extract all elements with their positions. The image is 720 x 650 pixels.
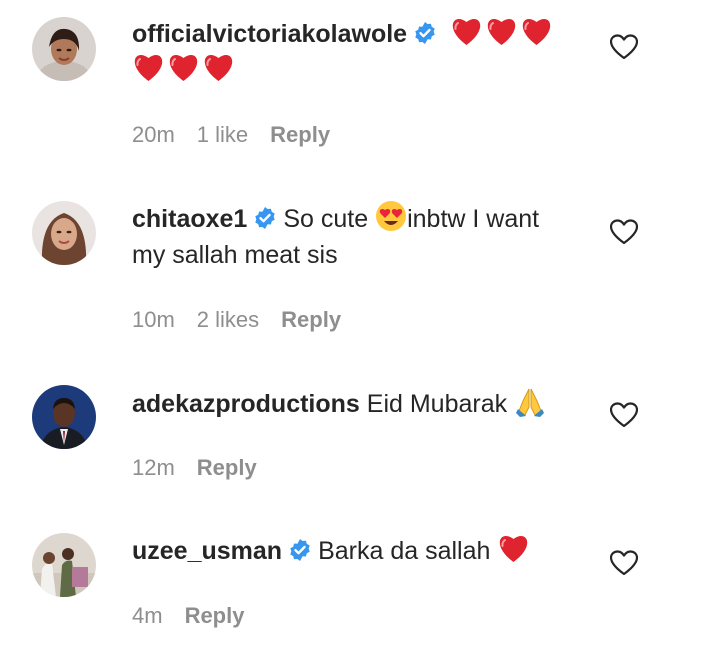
like-heart-icon[interactable]	[610, 402, 638, 428]
comment-body: adekazproductions Eid Mubarak	[132, 385, 572, 422]
comment-text: So cute	[283, 205, 376, 233]
comment-meta: 4m Reply	[132, 603, 266, 629]
avatar[interactable]	[32, 201, 96, 265]
red-heart-emoji	[520, 16, 553, 46]
timestamp: 12m	[132, 455, 175, 480]
comment-text: Eid Mubarak	[366, 390, 515, 418]
reply-button[interactable]: Reply	[185, 603, 245, 628]
avatar[interactable]	[32, 385, 96, 449]
red-heart-emoji	[485, 16, 518, 46]
avatar[interactable]	[32, 17, 96, 81]
username[interactable]: adekazproductions	[132, 390, 360, 418]
red-heart-emoji	[497, 533, 530, 563]
like-heart-icon[interactable]	[610, 219, 638, 245]
verified-badge-icon	[253, 206, 277, 230]
avatar[interactable]	[32, 533, 96, 597]
username[interactable]: uzee_usman	[132, 537, 282, 565]
timestamp: 20m	[132, 122, 175, 147]
like-count[interactable]: 1 like	[197, 122, 248, 147]
like-count[interactable]: 2 likes	[197, 307, 259, 332]
comment-text: Barka da sallah	[318, 537, 498, 565]
reply-button[interactable]: Reply	[270, 122, 330, 147]
comment-meta: 20m 1 like Reply	[132, 122, 352, 148]
comment-meta: 12m Reply	[132, 455, 279, 481]
timestamp: 10m	[132, 307, 175, 332]
red-heart-emoji	[167, 52, 200, 82]
comment-body: uzee_usman Barka da sallah	[132, 533, 572, 569]
reply-button[interactable]: Reply	[281, 307, 341, 332]
like-heart-icon[interactable]	[610, 550, 638, 576]
like-heart-icon[interactable]	[610, 34, 638, 60]
reply-button[interactable]: Reply	[197, 455, 257, 480]
username[interactable]: chitaoxe1	[132, 205, 247, 233]
folded-hands-emoji	[514, 385, 546, 417]
heart-eyes-emoji	[375, 200, 407, 232]
comment-body: chitaoxe1 So cute inbtw I want my sallah …	[132, 200, 572, 273]
red-heart-emoji	[450, 16, 483, 46]
comment-body: officialvictoriakolawole	[132, 16, 572, 88]
red-heart-emoji	[202, 52, 235, 82]
red-heart-emoji	[132, 52, 165, 82]
verified-badge-icon	[288, 538, 312, 562]
verified-badge-icon	[413, 21, 437, 45]
username[interactable]: officialvictoriakolawole	[132, 20, 407, 48]
timestamp: 4m	[132, 603, 163, 628]
comment-meta: 10m 2 likes Reply	[132, 307, 363, 333]
